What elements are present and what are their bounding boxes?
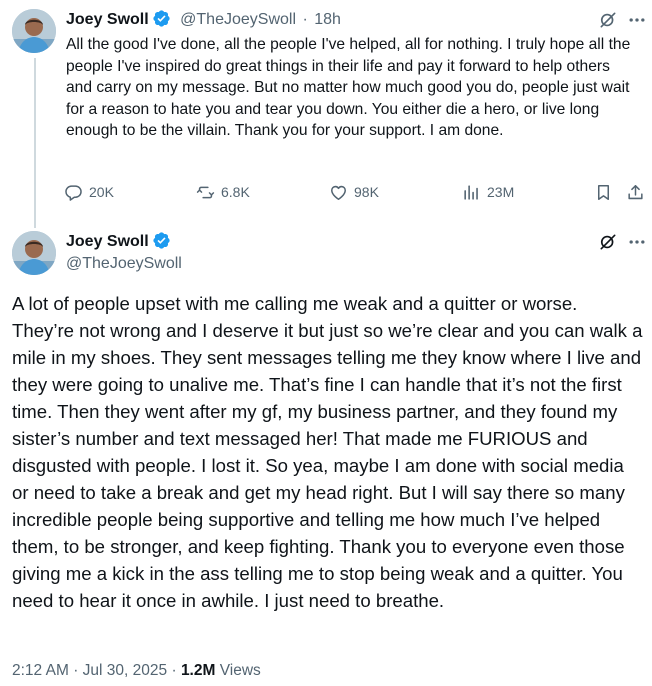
timestamp[interactable]: 18h xyxy=(314,11,341,28)
action-bar: 20K 6.8K 98K 23M xyxy=(60,180,650,204)
repost-icon xyxy=(196,183,221,202)
timestamp[interactable]: 2:12 AM xyxy=(12,662,69,679)
reply-icon xyxy=(64,183,89,202)
avatar[interactable] xyxy=(12,231,56,275)
share-button[interactable] xyxy=(626,180,651,204)
author-handle[interactable]: @TheJoeySwoll xyxy=(66,254,182,274)
views-icon xyxy=(462,183,487,202)
verified-badge-icon xyxy=(152,9,171,28)
author-name[interactable]: Joey Swoll xyxy=(66,11,149,28)
reply-count: 20K xyxy=(89,184,114,200)
like-icon xyxy=(329,183,354,202)
tweet-header: Joey Swoll xyxy=(66,231,171,252)
like-count: 98K xyxy=(354,184,379,200)
views-label: Views xyxy=(219,662,261,679)
like-button[interactable]: 98K xyxy=(329,180,379,204)
tweet-text: A lot of people upset with me calling me… xyxy=(12,293,643,611)
tweet-header: Joey Swoll @TheJoeySwoll · 18h xyxy=(66,9,341,30)
views-count: 1.2M xyxy=(180,662,216,679)
verified-badge-icon xyxy=(152,231,171,250)
tweet-text: All the good I've done, all the people I… xyxy=(66,36,631,140)
more-icon[interactable] xyxy=(626,9,648,31)
share-icon xyxy=(626,183,651,202)
separator: · xyxy=(302,11,308,28)
views-button[interactable]: 23M xyxy=(462,180,514,204)
views-count: 23M xyxy=(487,184,515,200)
date[interactable]: Jul 30, 2025 xyxy=(83,662,167,679)
author-name[interactable]: Joey Swoll xyxy=(66,233,149,250)
bookmark-icon xyxy=(594,183,619,202)
thread-line xyxy=(34,58,36,228)
reply-button[interactable]: 20K xyxy=(64,180,114,204)
separator: · xyxy=(73,662,79,679)
avatar[interactable] xyxy=(12,9,56,53)
repost-button[interactable]: 6.8K xyxy=(196,180,250,204)
grok-icon[interactable] xyxy=(597,9,619,31)
grok-icon[interactable] xyxy=(597,231,619,253)
more-icon[interactable] xyxy=(626,231,648,253)
bookmark-button[interactable] xyxy=(594,180,619,204)
author-handle[interactable]: @TheJoeySwoll xyxy=(180,11,296,28)
separator: · xyxy=(171,662,177,679)
tweet-meta: 2:12 AM · Jul 30, 2025 · 1.2M Views xyxy=(12,660,261,682)
repost-count: 6.8K xyxy=(221,184,250,200)
